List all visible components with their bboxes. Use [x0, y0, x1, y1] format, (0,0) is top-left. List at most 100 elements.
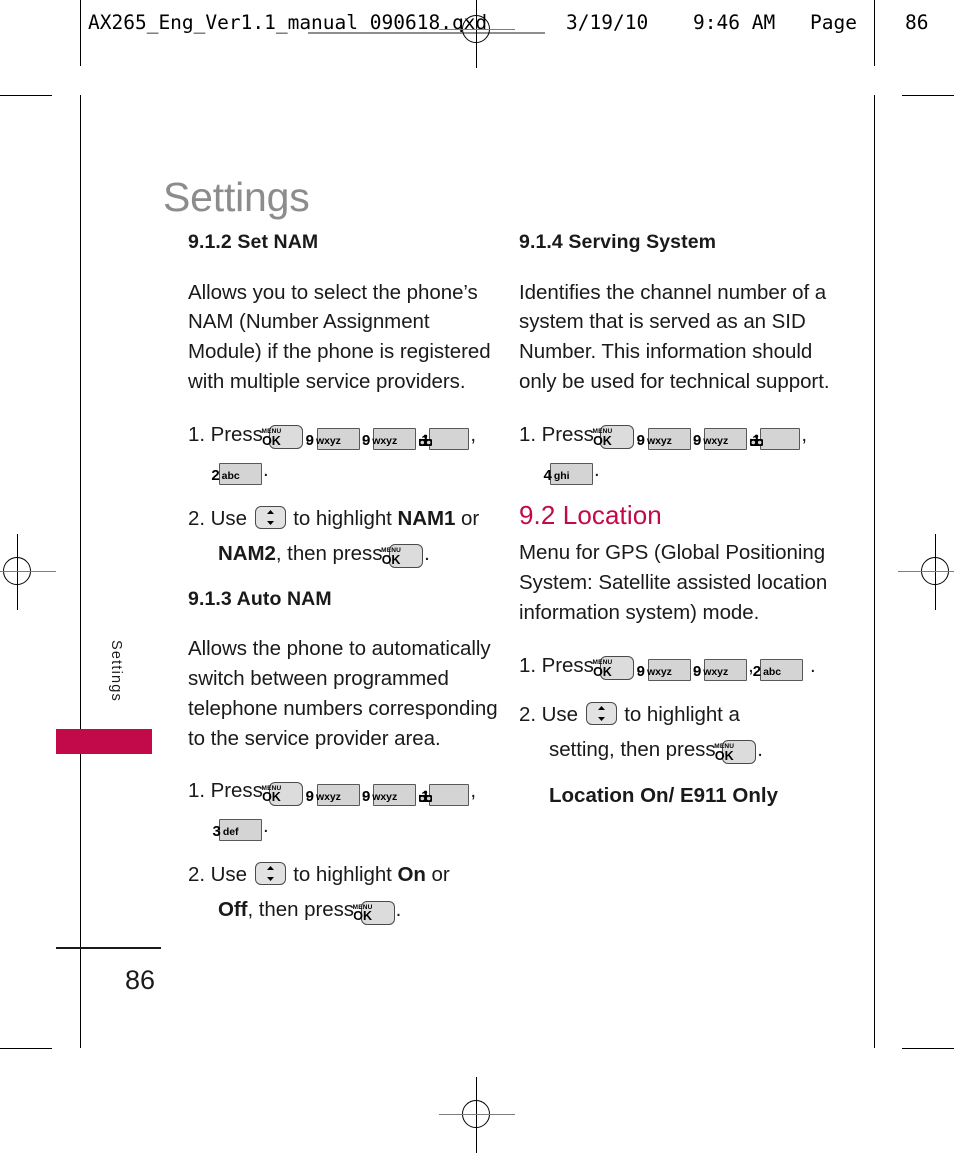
section-body: Menu for GPS (Global Positioning System:…: [519, 541, 828, 624]
step-or: or: [431, 863, 450, 887]
section-9-1-2: 9.1.2 Set NAM Allows you to select the p…: [188, 228, 498, 571]
crop-mark-top-left-h: [0, 95, 52, 97]
section-heading: 9.1.2 Set NAM: [188, 231, 319, 253]
step-period: .: [395, 898, 402, 922]
numeric-key-9-icon: 9 wxyz: [362, 784, 417, 807]
step-prefix: 1. Press: [519, 653, 594, 677]
step-continuation: 2 abc.: [211, 458, 269, 485]
numeric-key-1-icon: 1: [418, 784, 470, 807]
menu-ok-key-bottom-label: OK: [381, 552, 401, 567]
numeric-key-4-icon: 4 ghi: [544, 462, 593, 485]
key-digit: 2: [752, 662, 762, 680]
proof-header-page-number: 86: [905, 11, 929, 34]
step-tail: , then press: [247, 898, 354, 922]
numeric-key-2-icon: 2 abc: [753, 658, 804, 681]
step-continuation: setting, then press MENU OK.: [549, 737, 763, 765]
section-heading: 9.1.3 Auto NAM: [188, 587, 332, 610]
section-9-2: 9.2 Location Menu for GPS (Global Positi…: [519, 499, 831, 811]
numeric-key-3-icon: 3 def: [213, 819, 262, 842]
numeric-key-9-icon: 9 wxyz: [637, 658, 691, 681]
step-period: .: [810, 653, 816, 677]
numeric-key-9-icon: 9 wxyz: [362, 427, 417, 450]
step-prefix: 2. Use: [188, 506, 247, 530]
crop-mark-top-right-h: [902, 95, 954, 97]
section-heading-accent: 9.2 Location: [519, 499, 662, 530]
numeric-key-9-icon: 9 wxyz: [637, 427, 691, 450]
step-item: 2. Use to highlight On or Off, then pres…: [188, 857, 498, 927]
key-letters: abc: [763, 665, 782, 678]
voicemail-icon: [418, 431, 448, 446]
voicemail-icon: [749, 431, 779, 446]
key-letters: abc: [221, 469, 240, 482]
option-value: Off: [218, 898, 248, 922]
step-continuation: 4 ghi.: [544, 457, 600, 485]
step-mid: to highlight a: [624, 702, 740, 726]
menu-ok-key-icon: MENU OK: [261, 781, 304, 806]
key-digit: 3: [212, 823, 221, 841]
menu-ok-key-bottom-label: OK: [714, 748, 734, 763]
key-digit: 9: [361, 788, 371, 806]
key-letters: wxyz: [315, 434, 341, 447]
step-prefix: 2. Use: [188, 863, 247, 887]
step-item: 1. Press MENUOK, 9wxyz, 9wxyz, 2abc .: [519, 648, 831, 683]
step-continuation-text: setting, then press: [549, 737, 716, 761]
step-prefix: 2. Use: [519, 702, 578, 726]
step-continuation: Off, then press MENU OK.: [218, 898, 402, 925]
step-mid: to highlight: [293, 863, 392, 887]
numeric-key-2-icon: 2 abc: [211, 462, 262, 485]
step-period: .: [594, 457, 600, 481]
section-heading: 9.1.4 Serving System: [519, 231, 717, 253]
key-digit: 2: [211, 466, 220, 484]
option-value: On: [397, 863, 426, 887]
key-digit: 9: [361, 431, 371, 449]
key-digit: 9: [636, 662, 645, 680]
numeric-key-9-icon: 9 wxyz: [306, 427, 360, 450]
step-period: .: [757, 737, 763, 761]
section-9-1-3: 9.1.3 Auto NAM Allows the phone to autom…: [188, 585, 498, 928]
proof-header-filename: AX265_Eng_Ver1.1_manual_090618.qxd: [88, 11, 488, 34]
proof-header-time: 9:46 AM: [693, 11, 776, 34]
menu-ok-key-icon: MENU OK: [592, 656, 635, 681]
option-list: Location On/ E911 Only: [549, 783, 778, 807]
section-body: Allows you to select the phone’s NAM (Nu…: [188, 280, 491, 393]
step-item: 1. Press MENUOK, 9wxyz, 9wxyz, 1, 2abc.: [188, 417, 498, 487]
key-digit: 9: [305, 788, 314, 806]
page-title: Settings: [163, 174, 310, 221]
key-digit: 9: [636, 431, 645, 449]
step-period: .: [263, 814, 269, 838]
page-number: 86: [125, 965, 156, 995]
crop-mark-bottom-left-h: [0, 1048, 52, 1050]
header-rule-left: [80, 0, 82, 66]
key-letters: wxyz: [372, 791, 398, 804]
key-letters: wxyz: [646, 665, 672, 678]
option-value: NAM1: [397, 506, 456, 530]
step-continuation: 3 def.: [213, 814, 269, 842]
right-column: 9.1.4 Serving System Identifies the chan…: [519, 228, 831, 811]
numeric-key-9-icon: 9 wxyz: [693, 427, 748, 450]
key-letters: ghi: [553, 469, 570, 482]
key-letters: wxyz: [703, 434, 729, 447]
option-value: NAM2: [218, 541, 276, 565]
step-comma: ,: [801, 422, 808, 446]
menu-ok-key-bottom-label: OK: [353, 909, 372, 924]
menu-ok-key-bottom-label: OK: [593, 664, 612, 679]
numeric-key-1-icon: 1: [418, 427, 470, 450]
side-tab-label: Settings: [108, 640, 124, 702]
proof-header-date: 3/19/10: [566, 11, 649, 34]
menu-ok-key-bottom-label: OK: [593, 433, 612, 448]
step-mid: to highlight: [293, 506, 392, 530]
key-digit: 9: [692, 431, 702, 449]
step-continuation: NAM2, then press MENU OK.: [218, 541, 430, 569]
step-comma: ,: [470, 779, 477, 803]
navigation-updown-key-icon: [585, 701, 617, 725]
left-column: 9.1.2 Set NAM Allows you to select the p…: [188, 228, 498, 941]
menu-ok-key-bottom-label: OK: [262, 433, 281, 448]
menu-ok-key-icon: MENU OK: [261, 425, 304, 450]
step-item: 2. Use to highlight a setting, then pres…: [519, 697, 831, 767]
step-prefix: 1. Press: [188, 422, 263, 446]
footer-rule: [56, 947, 161, 949]
registration-mark-top-center: [439, 0, 515, 68]
header-rule-right: [874, 0, 876, 66]
registration-mark-right-middle: [898, 534, 954, 610]
step-tail: , then press: [275, 541, 383, 565]
